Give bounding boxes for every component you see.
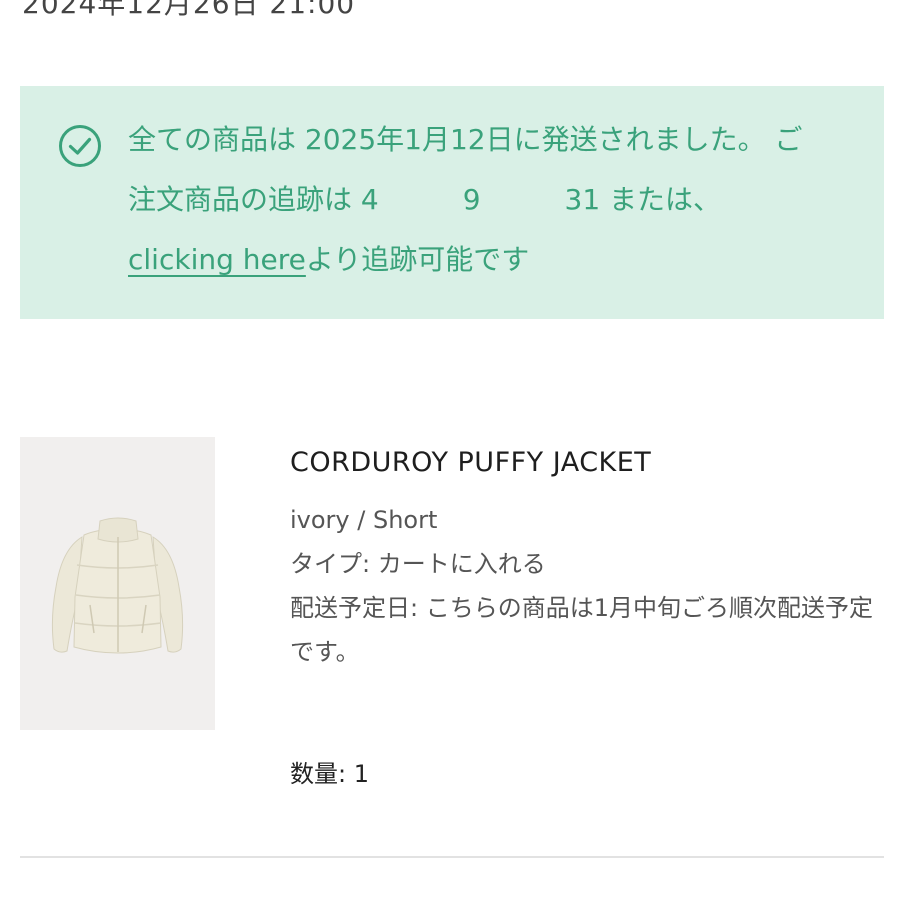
product-details: CORDUROY PUFFY JACKET ivory / Short タイプ:…	[290, 440, 890, 674]
divider	[20, 856, 884, 858]
product-type: タイプ: カートに入れる	[290, 550, 546, 578]
product-delivery-date: 配送予定日: こちらの商品は1月中旬ごろ順次配送予定です。	[290, 594, 873, 666]
product-quantity: 数量: 1	[290, 760, 369, 788]
product-image[interactable]	[20, 437, 215, 730]
order-date: 2024年12月26日 21:00	[22, 0, 356, 20]
shipping-notice-text: 全ての商品は 2025年1月12日に発送されました。 ご注文商品の追跡は 4 9…	[128, 110, 818, 290]
jacket-illustration	[51, 517, 184, 654]
notice-text-before-link: 全ての商品は 2025年1月12日に発送されました。 ご注文商品の追跡は 4 9…	[128, 123, 803, 216]
product-variant: ivory / Short	[290, 506, 438, 534]
shipping-notice: 全ての商品は 2025年1月12日に発送されました。 ご注文商品の追跡は 4 9…	[20, 86, 884, 319]
check-circle-icon	[59, 125, 101, 167]
tracking-link[interactable]: clicking here	[128, 243, 306, 276]
product-name[interactable]: CORDUROY PUFFY JACKET	[290, 440, 890, 486]
notice-text-after-link: より追跡可能です	[305, 243, 530, 276]
